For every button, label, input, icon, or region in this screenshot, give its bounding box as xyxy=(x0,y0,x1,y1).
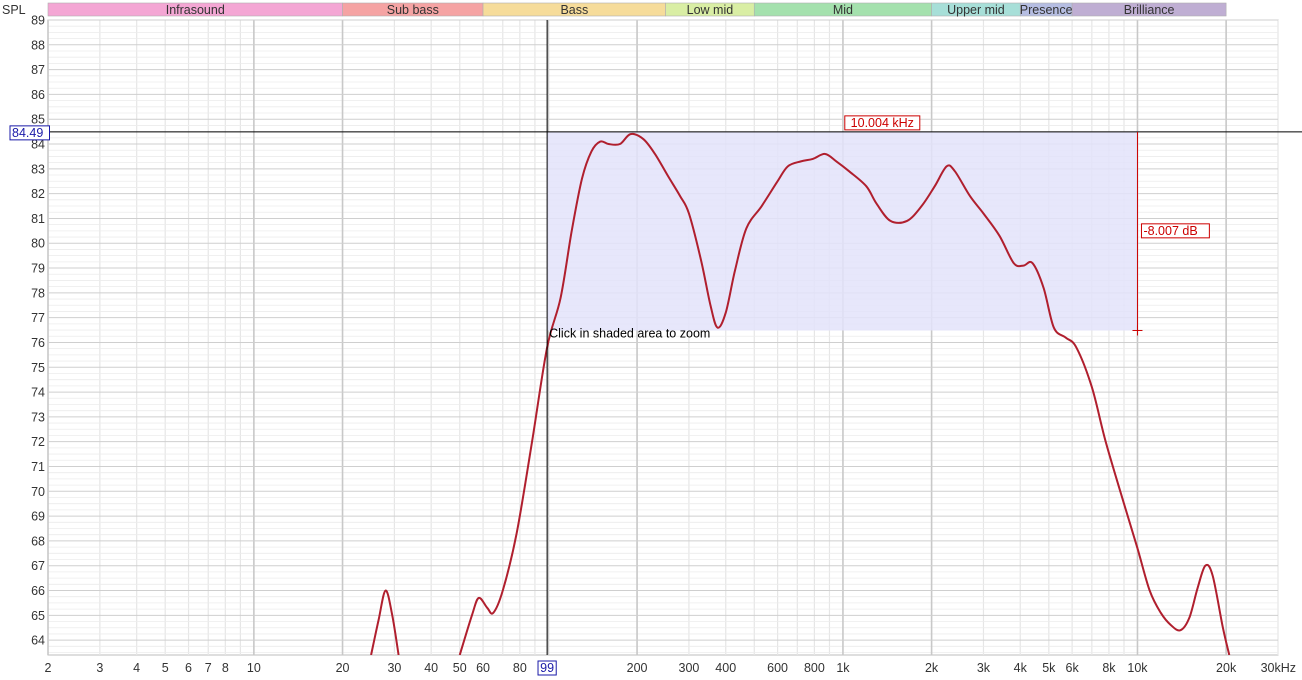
x-tick-label: 200 xyxy=(627,661,648,675)
x-tick-label: 2 xyxy=(45,661,52,675)
x-tick-label: 7 xyxy=(205,661,212,675)
y-tick-label: 78 xyxy=(31,286,45,300)
x-tick-label: 60 xyxy=(476,661,490,675)
y-tick-label: 83 xyxy=(31,162,45,176)
cursor-spl-readout-text: 84.49 xyxy=(12,126,43,140)
y-tick-label: 69 xyxy=(31,510,45,524)
x-tick-label: 3k xyxy=(977,661,991,675)
spl-frequency-chart[interactable]: Infrasound Sub bass Bass Low mid Mid Upper mi… xyxy=(0,0,1302,680)
x-tick-label: 30kHz xyxy=(1261,661,1296,675)
x-tick-label: 5 xyxy=(162,661,169,675)
x-tick-label: 4k xyxy=(1014,661,1028,675)
frequency-readout-text: 10.004 kHz xyxy=(851,116,914,130)
x-tick-label: 6 xyxy=(185,661,192,675)
x-tick-label: 80 xyxy=(513,661,527,675)
y-tick-label: 68 xyxy=(31,534,45,548)
y-tick-label: 73 xyxy=(31,410,45,424)
y-tick-label: 77 xyxy=(31,311,45,325)
x-tick-label: 8 xyxy=(222,661,229,675)
y-tick-label: 67 xyxy=(31,559,45,573)
y-tick-label: 81 xyxy=(31,212,45,226)
x-tick-label: 800 xyxy=(804,661,825,675)
delta-readout: -8.007 dB xyxy=(1140,223,1210,239)
frequency-band-bar: Infrasound Sub bass Bass Low mid Mid Upper mi… xyxy=(47,2,1227,17)
y-tick-label: 70 xyxy=(31,485,45,499)
y-tick-label: 80 xyxy=(31,237,45,251)
x-tick-label: 1k xyxy=(836,661,850,675)
x-tick-label: 3 xyxy=(96,661,103,675)
x-tick-label: 20k xyxy=(1216,661,1237,675)
cursor-spl-readout: 84.49 xyxy=(9,125,50,141)
band-label: Sub bass xyxy=(387,3,439,17)
y-tick-label: 64 xyxy=(31,634,45,648)
x-tick-label: 300 xyxy=(679,661,700,675)
y-tick-label: 75 xyxy=(31,361,45,375)
x-tick-label: 6k xyxy=(1066,661,1080,675)
cursor-frequency-readout-text: 99 xyxy=(540,661,554,675)
y-axis-label: SPL xyxy=(2,3,26,17)
y-tick-label: 82 xyxy=(31,187,45,201)
x-tick-label: 40 xyxy=(424,661,438,675)
y-tick-label: 79 xyxy=(31,262,45,276)
y-tick-labels: 64 65 66 67 68 69 70 71 72 73 74 75 76 77 78 79 80 81 82 83… xyxy=(31,14,45,648)
band-label: Low mid xyxy=(687,3,734,17)
y-tick-label: 86 xyxy=(31,88,45,102)
zoom-hint-text: Click in shaded area to zoom xyxy=(549,327,710,341)
frequency-readout: 10.004 kHz xyxy=(844,115,921,131)
x-tick-label: 10k xyxy=(1127,661,1148,675)
x-tick-labels: 2 3 4 5 6 7 8 10 20 30 40 50 60 80 200 300 400 600 800 1k 2k… xyxy=(45,661,1296,675)
y-tick-label: 87 xyxy=(31,63,45,77)
y-tick-label: 88 xyxy=(31,38,45,52)
x-tick-label: 2k xyxy=(925,661,939,675)
y-tick-label: 66 xyxy=(31,584,45,598)
x-tick-label: 5k xyxy=(1042,661,1056,675)
x-tick-label: 600 xyxy=(767,661,788,675)
x-tick-label: 4 xyxy=(133,661,140,675)
y-tick-label: 76 xyxy=(31,336,45,350)
y-tick-label: 85 xyxy=(31,113,45,127)
x-tick-label: 20 xyxy=(336,661,350,675)
cursor-frequency-readout: 99 xyxy=(537,660,557,676)
x-tick-label: 400 xyxy=(715,661,736,675)
x-tick-label: 50 xyxy=(453,661,467,675)
band-label: Upper mid xyxy=(947,3,1005,17)
delta-readout-text: -8.007 dB xyxy=(1143,224,1197,238)
band-label: Bass xyxy=(560,3,588,17)
x-tick-label: 10 xyxy=(247,661,261,675)
y-tick-label: 74 xyxy=(31,386,45,400)
y-tick-label: 71 xyxy=(31,460,45,474)
x-tick-label: 8k xyxy=(1102,661,1116,675)
y-tick-label: 89 xyxy=(31,14,45,28)
band-label: Presence xyxy=(1020,3,1073,17)
zoom-selection-area[interactable] xyxy=(547,131,1138,331)
y-tick-label: 65 xyxy=(31,609,45,623)
x-tick-label: 30 xyxy=(387,661,401,675)
band-label: Brilliance xyxy=(1124,3,1175,17)
band-label: Mid xyxy=(833,3,853,17)
band-label: Infrasound xyxy=(166,3,225,17)
y-tick-label: 72 xyxy=(31,435,45,449)
